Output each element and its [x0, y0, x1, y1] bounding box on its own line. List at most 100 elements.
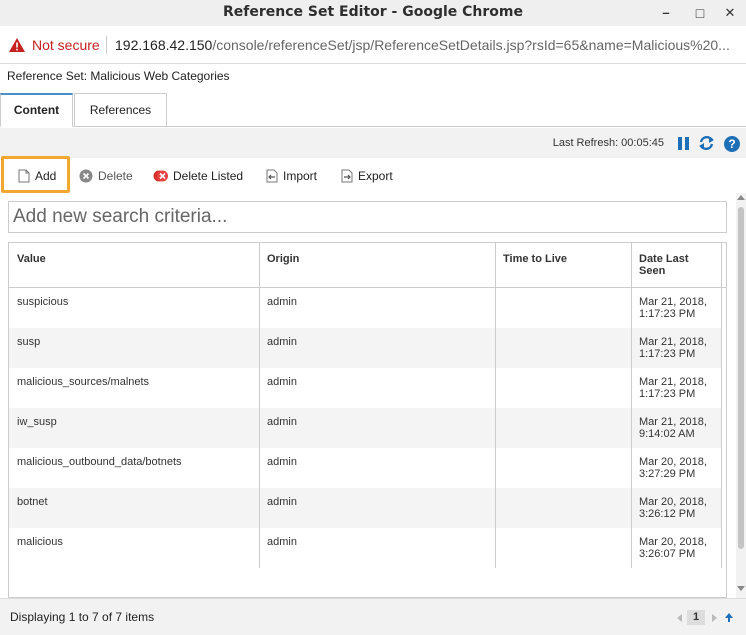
security-status[interactable]: Not secure	[32, 37, 100, 53]
time-line: 3:27:29 PM	[639, 468, 696, 480]
cell-date-last-seen: Mar 21, 2018, 1:17:23 PM	[631, 288, 722, 328]
time-line: 1:17:23 PM	[639, 388, 696, 400]
table-row[interactable]: suspicious admin Mar 21, 2018, 1:17:23 PM	[9, 288, 722, 328]
cell-value: suspicious	[9, 288, 260, 328]
cell-value: botnet	[9, 488, 260, 528]
cell-origin: admin	[259, 368, 496, 408]
table-row[interactable]: malicious_sources/malnets admin Mar 21, 20…	[9, 368, 722, 408]
warning-icon	[9, 38, 25, 52]
date-line: Mar 20, 2018,	[639, 456, 707, 468]
delete-label: Delete	[98, 169, 133, 183]
page-title: Reference Set: Malicious Web Categories	[7, 69, 230, 83]
delete-listed-icon	[153, 170, 168, 182]
date-line: Mar 20, 2018,	[639, 496, 707, 508]
maximize-button[interactable]: □	[690, 3, 710, 23]
current-page[interactable]: 1	[687, 610, 705, 625]
items-count-status: Displaying 1 to 7 of 7 items	[10, 610, 155, 624]
window-titlebar: Reference Set Editor - Google Chrome – □…	[0, 0, 746, 26]
import-button[interactable]: Import	[266, 168, 317, 184]
delete-circle-icon	[79, 169, 93, 183]
tab-references[interactable]: References	[74, 93, 167, 127]
delete-listed-label: Delete Listed	[173, 169, 244, 183]
cell-date-last-seen: Mar 20, 2018, 3:26:12 PM	[631, 488, 722, 528]
window-title: Reference Set Editor - Google Chrome	[223, 4, 523, 20]
reference-set-table: Value Origin Time to Live Date Last Seen…	[8, 242, 727, 598]
cell-date-last-seen: Mar 21, 2018, 1:17:23 PM	[631, 368, 722, 408]
cell-time-to-live	[495, 528, 632, 568]
time-line: 3:26:12 PM	[639, 508, 696, 520]
import-icon	[266, 169, 278, 183]
scroll-to-top-icon[interactable]	[724, 612, 734, 623]
cell-value: malicious_outbound_data/botnets	[9, 448, 260, 488]
address-bar[interactable]: Not secure 192.168.42.150/console/refere…	[0, 26, 746, 64]
time-line: 9:14:02 AM	[639, 428, 695, 440]
table-row[interactable]: malicious_outbound_data/botnets admin Mar …	[9, 448, 722, 488]
cell-time-to-live	[495, 288, 632, 328]
cell-origin: admin	[259, 528, 496, 568]
cell-origin: admin	[259, 448, 496, 488]
search-criteria-input[interactable]: Add new search criteria...	[8, 201, 727, 233]
cell-time-to-live	[495, 488, 632, 528]
cell-date-last-seen: Mar 20, 2018, 3:26:07 PM	[631, 528, 722, 568]
refresh-icon[interactable]	[698, 135, 715, 151]
time-line: 1:17:23 PM	[639, 308, 696, 320]
address-divider	[106, 36, 107, 54]
footer-bar: Displaying 1 to 7 of 7 items 1	[0, 598, 746, 635]
toolbar: Add Delete Delete Listed Import Export	[0, 158, 746, 194]
cell-value: iw_susp	[9, 408, 260, 448]
table-row[interactable]: botnet admin Mar 20, 2018, 3:26:12 PM	[9, 488, 722, 528]
cell-time-to-live	[495, 368, 632, 408]
table-row[interactable]: malicious admin Mar 20, 2018, 3:26:07 PM	[9, 528, 722, 568]
import-label: Import	[283, 169, 318, 183]
next-page-icon[interactable]	[712, 614, 717, 622]
column-header-value[interactable]: Value	[9, 243, 260, 288]
date-line: Mar 21, 2018,	[639, 296, 707, 308]
refresh-bar: Last Refresh: 00:05:45 ?	[0, 128, 746, 158]
cell-date-last-seen: Mar 21, 2018, 1:17:23 PM	[631, 328, 722, 368]
cell-origin: admin	[259, 328, 496, 368]
date-line: Mar 21, 2018,	[639, 416, 707, 428]
delete-button[interactable]: Delete	[79, 168, 133, 184]
cell-time-to-live	[495, 448, 632, 488]
cell-time-to-live	[495, 328, 632, 368]
cell-origin: admin	[259, 408, 496, 448]
column-header-time-to-live[interactable]: Time to Live	[495, 243, 632, 288]
url-path: /console/referenceSet/jsp/ReferenceSetDe…	[212, 37, 730, 53]
url-host: 192.168.42.150	[115, 37, 213, 53]
date-line: Mar 21, 2018,	[639, 376, 707, 388]
date-line: Mar 20, 2018,	[639, 536, 707, 548]
cell-date-last-seen: Mar 21, 2018, 9:14:02 AM	[631, 408, 722, 448]
export-icon	[341, 169, 353, 183]
add-button-highlight	[1, 156, 70, 193]
help-icon[interactable]: ?	[724, 136, 740, 152]
scroll-up-arrow-icon[interactable]	[737, 195, 745, 200]
scroll-down-arrow-icon[interactable]	[737, 586, 745, 591]
previous-page-icon[interactable]	[677, 614, 682, 622]
time-line: 1:17:23 PM	[639, 348, 696, 360]
pause-icon[interactable]	[678, 137, 690, 150]
close-button[interactable]: ✕	[720, 3, 740, 23]
table-row[interactable]: iw_susp admin Mar 21, 2018, 9:14:02 AM	[9, 408, 722, 448]
table-row[interactable]: susp admin Mar 21, 2018, 1:17:23 PM	[9, 328, 722, 368]
scrollbar-thumb[interactable]	[738, 207, 744, 549]
cell-time-to-live	[495, 408, 632, 448]
tab-content[interactable]: Content	[0, 93, 73, 127]
cell-value: susp	[9, 328, 260, 368]
delete-listed-button[interactable]: Delete Listed	[153, 168, 243, 184]
time-line: 3:26:07 PM	[639, 548, 696, 560]
export-button[interactable]: Export	[341, 168, 393, 184]
cell-origin: admin	[259, 488, 496, 528]
tab-bar: Content References	[0, 93, 746, 127]
cell-value: malicious	[9, 528, 260, 568]
vertical-scrollbar[interactable]	[736, 193, 746, 598]
last-refresh-label: Last Refresh: 00:05:45	[552, 137, 664, 149]
minimize-button[interactable]: –	[656, 3, 676, 23]
date-line: Mar 21, 2018,	[639, 336, 707, 348]
cell-date-last-seen: Mar 20, 2018, 3:27:29 PM	[631, 448, 722, 488]
cell-value: malicious_sources/malnets	[9, 368, 260, 408]
column-header-origin[interactable]: Origin	[259, 243, 496, 288]
column-header-date-last-seen[interactable]: Date Last Seen	[631, 243, 722, 288]
cell-origin: admin	[259, 288, 496, 328]
table-header: Value Origin Time to Live Date Last Seen	[9, 243, 726, 288]
url-text[interactable]: 192.168.42.150/console/referenceSet/jsp/…	[115, 37, 730, 53]
